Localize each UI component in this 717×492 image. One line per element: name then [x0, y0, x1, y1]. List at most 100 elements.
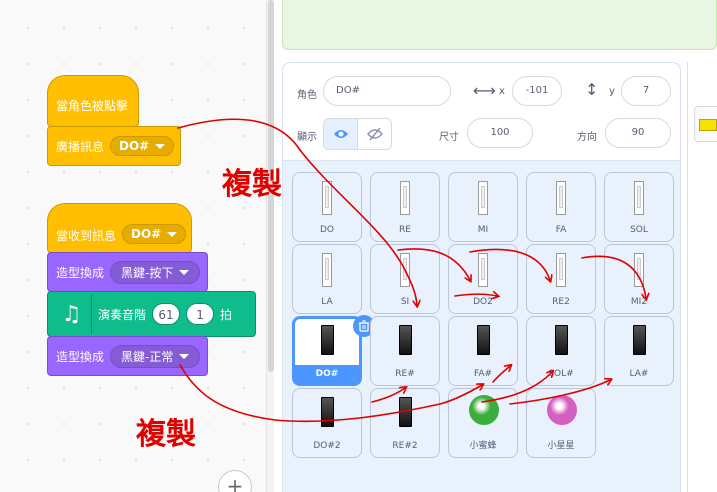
broadcast-block[interactable]: 廣播訊息 DO#	[47, 126, 181, 166]
sprite-tile-label: SI	[400, 297, 410, 307]
black-key-thumbnail	[321, 397, 334, 427]
sprite-tile-label: MI2	[630, 297, 648, 307]
show-toggle-group	[323, 118, 392, 150]
when-receive-label: 當收到訊息	[56, 229, 117, 243]
sprite-tile-label: DO	[319, 225, 334, 235]
stage-thumbnail[interactable]	[694, 106, 717, 142]
black-key-thumbnail	[633, 325, 646, 355]
switch-costume-block-2[interactable]: 造型換成 黑鍵-正常	[47, 336, 208, 376]
sprite-tile-label: DO2	[473, 297, 493, 307]
sprite-tile[interactable]: RE#	[370, 316, 440, 386]
chevron-down-icon	[179, 353, 190, 359]
sprite-tile[interactable]: 小星星	[526, 388, 596, 458]
sprite-tile-label: DO#2	[313, 441, 341, 451]
size-label: 尺寸	[439, 132, 459, 143]
beats-unit-label: 拍	[220, 307, 233, 322]
play-note-label: 演奏音階	[98, 307, 147, 322]
show-label: 顯示	[297, 132, 317, 143]
sprite-tile-label: LA#	[629, 369, 649, 379]
sprite-tile-label: SOL	[630, 225, 648, 235]
sprite-thumbnail	[469, 395, 499, 425]
white-key-thumbnail	[322, 181, 332, 215]
sprite-tile[interactable]: LA	[292, 244, 362, 314]
note-input[interactable]: 61	[152, 303, 181, 325]
when-receive-block[interactable]: 當收到訊息 DO#	[47, 203, 192, 253]
broadcast-label: 廣播訊息	[56, 139, 105, 154]
receive-message-dropdown[interactable]: DO#	[122, 224, 187, 244]
sprite-tile-label: 小蜜蜂	[469, 441, 497, 451]
costume-dropdown-1[interactable]: 黑鍵-按下	[110, 260, 201, 284]
trash-icon	[359, 320, 369, 332]
direction-input[interactable]: 90	[605, 118, 671, 148]
when-sprite-clicked-block[interactable]: 當角色被點擊	[47, 75, 139, 127]
code-area-scrollbar[interactable]	[266, 0, 274, 492]
play-note-block[interactable]: ♫ 演奏音階 61 1 拍	[47, 291, 256, 337]
sprite-tile[interactable]: RE	[370, 172, 440, 242]
sprite-tile-label: MI	[477, 225, 489, 235]
sprite-pane: 角色 DO# ⟷ x -101 ↕ y 7 顯示 尺寸 100 方向 90 DO…	[282, 62, 681, 492]
switch-costume-label: 造型換成	[56, 349, 105, 364]
show-visible-button[interactable]	[324, 119, 358, 149]
sprite-name-input[interactable]: DO#	[323, 76, 451, 106]
sprite-tile[interactable]: SI	[370, 244, 440, 314]
x-label: x	[499, 86, 505, 97]
sprite-tile[interactable]: FA	[526, 172, 596, 242]
sprite-tile-label: RE#2	[392, 441, 418, 451]
sprite-tile-label: FA	[555, 225, 567, 235]
scrollbar-thumb[interactable]	[268, 0, 274, 372]
costume-dropdown-2[interactable]: 黑鍵-正常	[110, 344, 201, 368]
sprite-tile[interactable]: MI2	[604, 244, 674, 314]
broadcast-message-dropdown[interactable]: DO#	[110, 136, 175, 156]
sprite-tile-label: RE2	[552, 297, 570, 307]
sprite-tile-label: FA#	[473, 369, 493, 379]
white-key-thumbnail	[478, 253, 488, 287]
chevron-down-icon	[155, 143, 166, 149]
sprite-tile[interactable]: DO#	[292, 315, 375, 386]
sprite-tile[interactable]: SOL	[604, 172, 674, 242]
switch-costume-label: 造型換成	[56, 265, 105, 280]
black-key-thumbnail	[477, 325, 490, 355]
sprite-tile[interactable]: RE#2	[370, 388, 440, 458]
sprite-tile[interactable]: 小蜜蜂	[448, 388, 518, 458]
black-key-thumbnail	[399, 397, 412, 427]
white-key-thumbnail	[322, 253, 332, 287]
sprite-tile[interactable]: MI	[448, 172, 518, 242]
zoom-in-button[interactable]: +	[218, 470, 252, 492]
size-input[interactable]: 100	[467, 118, 533, 148]
x-input[interactable]: -101	[512, 76, 562, 106]
beats-input[interactable]: 1	[186, 303, 215, 325]
stage-selector-pane	[687, 62, 717, 492]
switch-costume-block-1[interactable]: 造型換成 黑鍵-按下	[47, 252, 208, 292]
horizontal-arrows-icon: ⟷	[473, 81, 496, 100]
when-sprite-clicked-label: 當角色被點擊	[56, 99, 129, 113]
black-key-thumbnail	[321, 325, 334, 355]
direction-label: 方向	[577, 132, 597, 143]
sprite-thumbnail	[547, 395, 577, 425]
white-key-thumbnail	[556, 181, 566, 215]
sprite-tile-label: SOL#	[548, 369, 574, 379]
white-key-thumbnail	[556, 253, 566, 287]
sprite-tile[interactable]: RE2	[526, 244, 596, 314]
sprite-name-label: 角色	[297, 90, 317, 101]
costume-value-2: 黑鍵-正常	[121, 349, 174, 364]
chevron-down-icon	[179, 269, 190, 275]
sprite-tile[interactable]: FA#	[448, 316, 518, 386]
code-area[interactable]: 當角色被點擊 廣播訊息 DO# 當收到訊息 DO# 造型換成 黑鍵-按下 ♫ 演…	[0, 0, 266, 492]
sprite-tile[interactable]: DO	[292, 172, 362, 242]
black-key-thumbnail	[555, 325, 568, 355]
sprite-tile[interactable]: LA#	[604, 316, 674, 386]
sprite-info-panel: 角色 DO# ⟷ x -101 ↕ y 7 顯示 尺寸 100 方向 90	[283, 63, 680, 161]
sprite-tile[interactable]: DO#2	[292, 388, 362, 458]
y-label: y	[609, 86, 615, 97]
black-key-thumbnail	[399, 325, 412, 355]
sprite-tile[interactable]: SOL#	[526, 316, 596, 386]
receive-message-value: DO#	[131, 227, 162, 241]
sprite-tile[interactable]: DO2	[448, 244, 518, 314]
white-key-thumbnail	[400, 253, 410, 287]
stage-area[interactable]	[282, 0, 717, 50]
sprite-tile-label: LA	[321, 297, 333, 307]
y-input[interactable]: 7	[621, 76, 671, 106]
show-hidden-button[interactable]	[358, 119, 391, 149]
eye-icon	[333, 130, 348, 138]
white-key-thumbnail	[478, 181, 488, 215]
